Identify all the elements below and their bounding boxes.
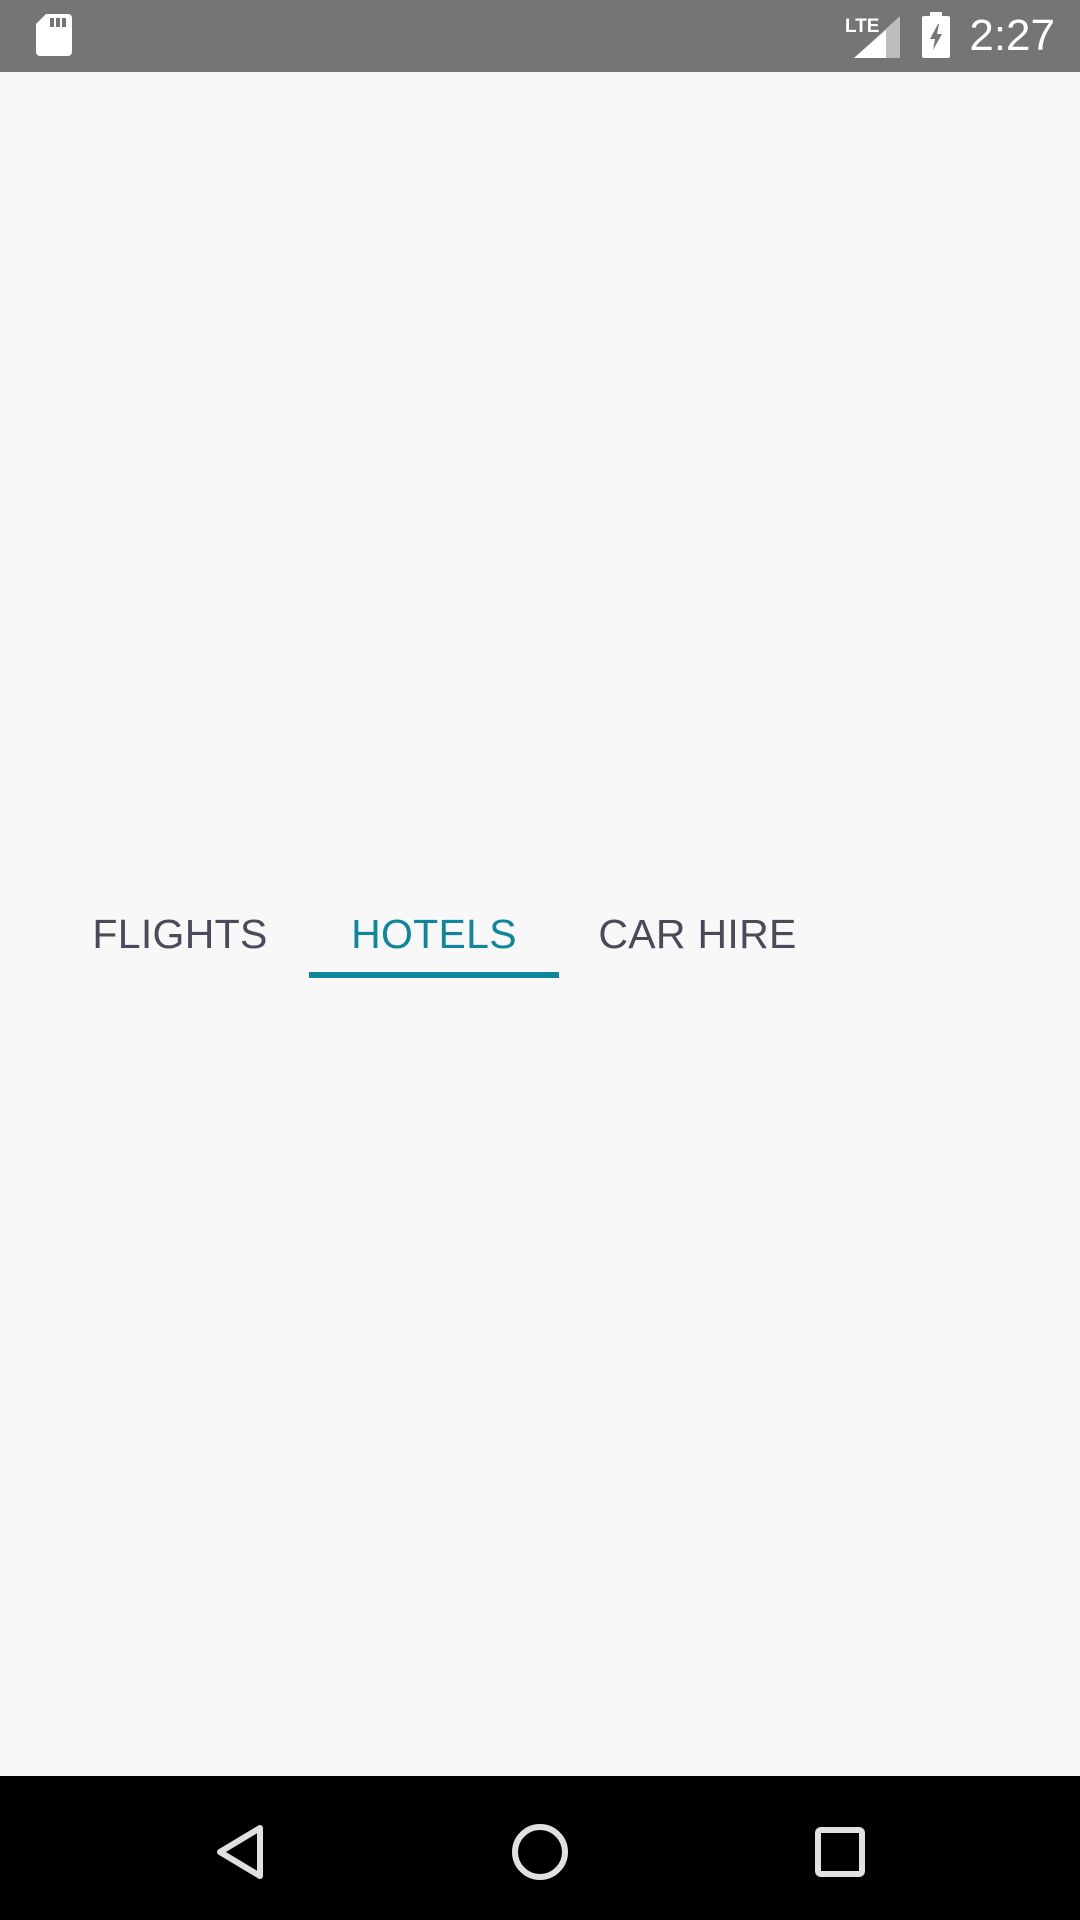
lte-signal-icon: LTE — [845, 16, 900, 58]
main-content: FLIGHTS HOTELS CAR HIRE — [0, 72, 1080, 1776]
tab-flights[interactable]: FLIGHTS — [80, 910, 280, 1054]
svg-text:LTE: LTE — [845, 16, 879, 37]
recents-icon[interactable] — [804, 1816, 876, 1888]
tab-car-hire-label: CAR HIRE — [598, 911, 797, 957]
home-icon[interactable] — [504, 1816, 576, 1888]
tab-car-hire[interactable]: CAR HIRE — [590, 910, 805, 1054]
back-icon[interactable] — [204, 1816, 276, 1888]
tab-flights-label: FLIGHTS — [92, 911, 268, 957]
status-clock: 2:27 — [969, 11, 1055, 60]
tab-active-indicator — [309, 972, 559, 978]
tab-hotels[interactable]: HOTELS — [309, 910, 559, 1054]
battery-charging-icon — [922, 12, 950, 58]
tab-hotels-label: HOTELS — [351, 911, 517, 957]
status-bar: LTE 2:27 — [0, 0, 1080, 72]
navigation-bar — [0, 1776, 1080, 1920]
tab-bar: FLIGHTS HOTELS CAR HIRE — [0, 910, 1080, 1054]
sd-card-icon — [36, 14, 72, 56]
